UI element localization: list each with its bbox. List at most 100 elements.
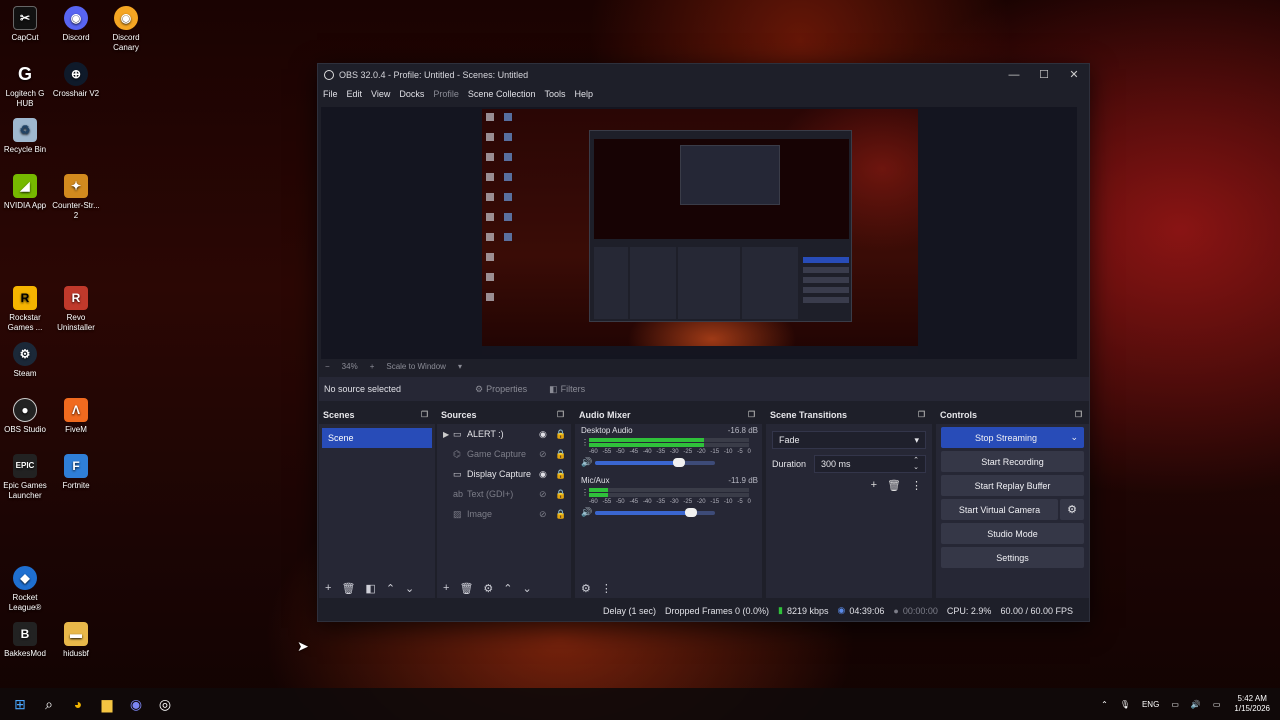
kebab-icon[interactable]: ⋮ [911,479,922,492]
lock-icon[interactable]: 🔒 [555,469,571,480]
zoom-in-button[interactable]: + [370,362,375,371]
desktop-icon-nvidia[interactable]: ◢ NVIDIA App [0,174,50,211]
spin-arrows-icon[interactable]: ⌃ ⌄ [913,457,919,471]
gear-icon[interactable]: ⚙ [483,582,493,595]
microphone-icon[interactable]: 🎙 [1120,700,1130,709]
desktop-icon-fortnite[interactable]: F Fortnite [51,454,101,491]
desktop-icon-discord-canary[interactable]: ◉ Discord Canary [101,6,151,53]
undock-icon[interactable]: ❐ [1075,410,1089,419]
menu-view[interactable]: View [371,89,390,99]
menu-edit[interactable]: Edit [347,89,363,99]
desktop-icon-capcut[interactable]: ✂ CapCut [0,6,50,43]
undock-icon[interactable]: ❐ [557,410,571,419]
eye-icon[interactable]: ◉ [539,469,555,480]
eye-hidden-icon[interactable]: ⊘ [539,489,555,500]
menu-help[interactable]: Help [574,89,593,99]
search-icon[interactable]: ⌕ [37,692,61,716]
lock-icon[interactable]: 🔒 [555,489,571,500]
clock[interactable]: 5:42 AM 1/15/2026 [1234,694,1270,714]
source-row[interactable]: ab Text (GDI+) ⊘ 🔒 [437,484,571,504]
add-icon[interactable]: + [325,582,331,594]
source-row[interactable]: ▶ ▭ ALERT :) ◉ 🔒 [437,424,571,444]
minimize-button[interactable]: — [999,64,1029,85]
lock-icon[interactable]: 🔒 [555,429,571,440]
source-row[interactable]: ▨ Image ⊘ 🔒 [437,504,571,524]
discord-icon[interactable]: ◉ [124,692,148,716]
eye-hidden-icon[interactable]: ⊘ [539,509,555,520]
start-recording-button[interactable]: Start Recording [941,451,1084,472]
language-indicator[interactable]: ENG [1142,700,1159,709]
windows-start-icon[interactable]: ⊞ [8,692,32,716]
gear-icon[interactable]: ⚙ [1060,499,1084,520]
move-up-icon[interactable]: ⌃ [386,582,395,595]
eye-hidden-icon[interactable]: ⊘ [539,449,555,460]
trash-icon[interactable]: 🗑 [459,582,473,595]
properties-button[interactable]: ⚙ Properties [469,382,533,397]
network-icon[interactable]: ▭ [1171,700,1179,709]
battery-icon[interactable]: ▭ [1213,700,1221,709]
transition-select[interactable]: Fade ▾ [772,431,926,449]
lock-icon[interactable]: 🔒 [555,449,571,460]
speaker-icon[interactable]: 🔊 [581,457,595,468]
desktop-icon-revo[interactable]: R Revo Uninstaller [51,286,101,333]
desktop-icon-obs[interactable]: ● OBS Studio [0,398,50,435]
menu-profile[interactable]: Profile [433,89,459,99]
preview-area[interactable] [321,107,1077,359]
zoom-out-button[interactable]: − [325,362,330,371]
filters-button[interactable]: ◧ Filters [543,382,591,397]
kebab-icon[interactable]: ⋮ [581,489,589,497]
undock-icon[interactable]: ❐ [421,410,435,419]
undock-icon[interactable]: ❐ [748,410,762,419]
move-down-icon[interactable]: ⌄ [523,582,532,595]
desktop-icon-recycle-bin[interactable]: ♻ Recycle Bin [0,118,50,155]
close-button[interactable]: ✕ [1059,64,1089,85]
desktop-icon-fivem[interactable]: Λ FiveM [51,398,101,435]
obs-icon[interactable]: ◎ [153,692,177,716]
eye-icon[interactable]: ◉ [539,429,555,440]
volume-slider[interactable] [595,457,715,467]
expand-icon[interactable]: ▶ [443,430,453,439]
volume-slider[interactable] [595,507,715,517]
source-row[interactable]: ▭ Display Capture ◉ 🔒 [437,464,571,484]
chevron-up-icon[interactable]: ⌃ [1101,700,1108,709]
speaker-icon[interactable]: 🔊 [581,507,595,518]
move-up-icon[interactable]: ⌃ [503,582,512,595]
menu-file[interactable]: File [323,89,338,99]
settings-button[interactable]: Settings [941,547,1084,568]
desktop-icon-counter-strike[interactable]: ✦ Counter-Str... 2 [51,174,101,221]
desktop-icon-discord[interactable]: ◉ Discord [51,6,101,43]
add-icon[interactable]: + [443,582,449,594]
desktop-icon-epic[interactable]: EPIC Epic Games Launcher [0,454,50,501]
menu-tools[interactable]: Tools [544,89,565,99]
maximize-button[interactable]: ☐ [1029,64,1059,85]
scale-mode[interactable]: Scale to Window [386,362,446,371]
chevron-down-icon[interactable]: ▾ [458,362,462,371]
duration-spinbox[interactable]: 300 ms ⌃ ⌄ [814,455,926,473]
stop-streaming-button[interactable]: Stop Streaming ⌄ [941,427,1084,448]
desktop-icon-bakkesmod[interactable]: B BakkesMod [0,622,50,659]
move-down-icon[interactable]: ⌄ [405,582,414,595]
trash-icon[interactable]: 🗑 [341,582,355,595]
filter-icon[interactable]: ◧ [365,582,375,595]
menu-scene-collection[interactable]: Scene Collection [468,89,536,99]
chrome-icon[interactable]: ◕ [66,692,90,716]
start-replay-buffer-button[interactable]: Start Replay Buffer [941,475,1084,496]
chevron-down-icon[interactable]: ⌄ [1070,432,1078,443]
desktop-icon-hidusbf[interactable]: ▬ hidusbf [51,622,101,659]
undock-icon[interactable]: ❐ [918,410,932,419]
desktop-icon-logitech[interactable]: G Logitech G HUB [0,62,50,109]
desktop-icon-rocket-league[interactable]: ◆ Rocket League® [0,566,50,613]
file-explorer-icon[interactable]: ▆ [95,692,119,716]
lock-icon[interactable]: 🔒 [555,509,571,520]
volume-icon[interactable]: 🔊 [1191,700,1201,709]
add-icon[interactable]: + [871,479,877,492]
menu-docks[interactable]: Docks [399,89,424,99]
scene-item[interactable]: Scene [322,428,432,448]
studio-mode-button[interactable]: Studio Mode [941,523,1084,544]
gear-icon[interactable]: ⚙ [581,582,591,595]
kebab-icon[interactable]: ⋮ [581,439,589,447]
source-row[interactable]: ⌬ Game Capture ⊘ 🔒 [437,444,571,464]
trash-icon[interactable]: 🗑 [887,479,901,492]
desktop-icon-rockstar[interactable]: R Rockstar Games ... [0,286,50,333]
kebab-icon[interactable]: ⋮ [601,582,612,595]
